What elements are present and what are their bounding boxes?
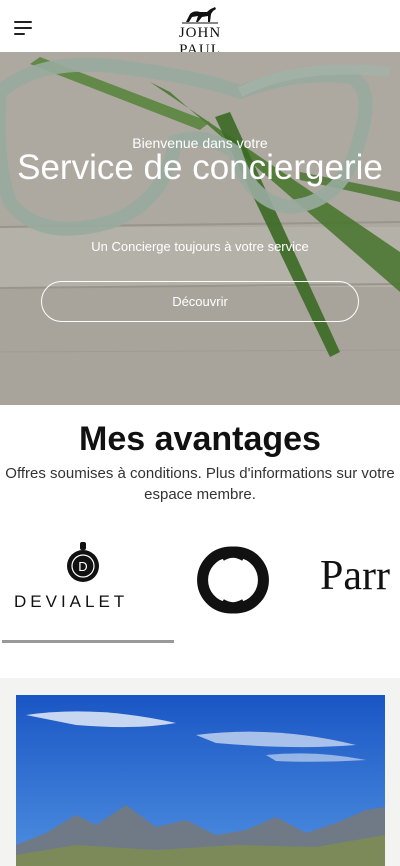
brand-chanel[interactable] xyxy=(185,530,285,630)
hero-banner: Bienvenue dans votre Service de concierg… xyxy=(0,52,400,405)
brand-parr[interactable]: Parr xyxy=(320,530,400,630)
svg-text:D: D xyxy=(78,559,87,574)
hero-subtitle: Un Concierge toujours à votre service xyxy=(91,239,309,254)
chanel-logo-icon xyxy=(197,546,269,614)
brand-carousel[interactable]: D DEVIALET Parr xyxy=(0,530,400,650)
devialet-wordmark: DEVIALET xyxy=(14,592,129,611)
hero-title: Service de conciergerie xyxy=(17,148,383,187)
landscape-picture xyxy=(16,695,385,866)
advantages-text: Offres soumises à conditions. Plus d'inf… xyxy=(5,465,395,503)
greyhound-icon xyxy=(182,7,218,24)
parr-logo-icon: Parr xyxy=(320,553,390,599)
john-paul-logo[interactable]: JOHN PAUL xyxy=(160,4,240,58)
top-header: JOHN PAUL xyxy=(0,0,400,58)
featured-landscape-image[interactable] xyxy=(16,695,385,866)
brand-devialet[interactable]: D DEVIALET xyxy=(0,530,170,630)
hero-overlay xyxy=(0,52,400,405)
advantages-title: Mes avantages xyxy=(79,420,321,458)
discover-button[interactable]: Découvrir xyxy=(41,281,359,322)
hamburger-menu-icon[interactable] xyxy=(14,18,36,36)
carousel-progress-bar xyxy=(2,640,174,643)
